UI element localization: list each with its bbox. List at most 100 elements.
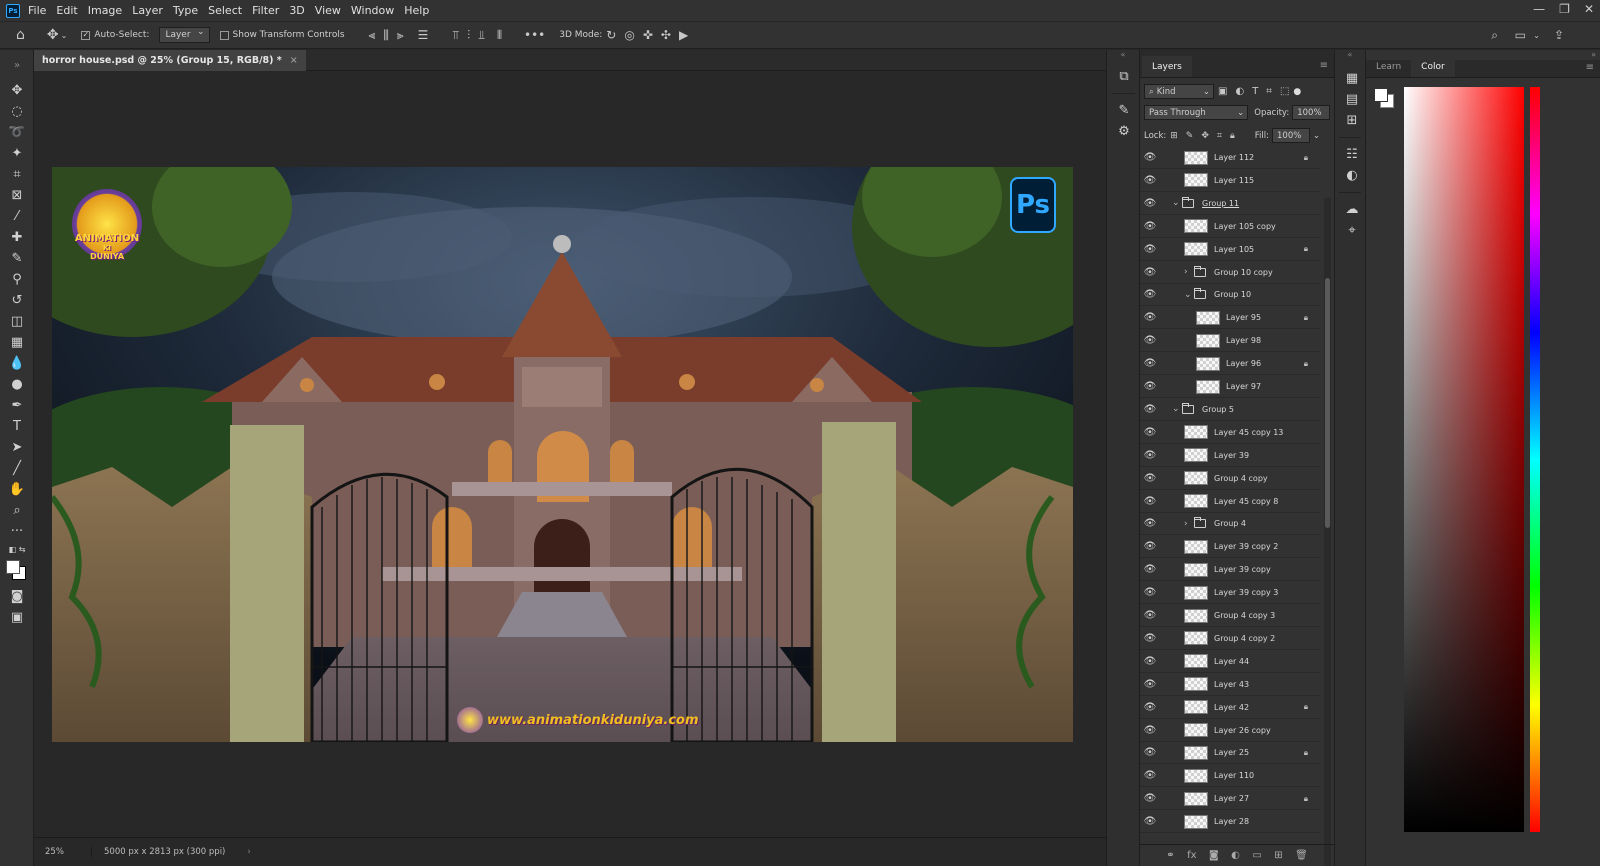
layer-name[interactable]: Layer 112 (1214, 153, 1254, 162)
layers-scrollbar[interactable] (1324, 198, 1331, 866)
layer-name[interactable]: Layer 26 copy (1214, 726, 1271, 735)
visibility-eye-icon[interactable]: 👁︎ (1140, 244, 1160, 255)
menu-window[interactable]: Window (351, 4, 394, 17)
auto-select-checkbox[interactable]: ✓ Auto-Select: (81, 30, 149, 40)
layer-name[interactable]: Layer 44 (1214, 657, 1249, 666)
status-chevron-icon[interactable]: › (247, 847, 250, 857)
layer-name[interactable]: Group 4 copy (1214, 474, 1268, 483)
new-layer-icon[interactable]: ⊞ (1274, 850, 1282, 861)
document-canvas[interactable]: ANIMATION KI DUNIYA Ps www.animationkidu… (52, 167, 1073, 742)
layer-row[interactable]: 👁︎ Group 4 copy 2 (1140, 628, 1320, 650)
adjustments-panel-icon[interactable]: ◐ (1335, 165, 1369, 186)
layer-row[interactable]: 👁︎ Layer 115 (1140, 170, 1320, 192)
visibility-eye-icon[interactable]: 👁︎ (1140, 358, 1160, 369)
edit-toolbar-icon[interactable]: ··· (0, 521, 34, 542)
layer-row[interactable]: 👁︎ Layer 39 copy 2 (1140, 536, 1320, 559)
crop-tool-icon[interactable]: ⌗ (0, 164, 34, 185)
brush-tool-icon[interactable]: ✎ (0, 248, 34, 269)
3d-pan-icon[interactable]: ✜ (643, 28, 653, 42)
delete-layer-icon[interactable]: 🗑︎ (1295, 850, 1308, 861)
visibility-eye-icon[interactable]: 👁︎ (1140, 381, 1160, 392)
minimize-icon[interactable]: — (1533, 2, 1545, 16)
blur-tool-icon[interactable]: 💧 (0, 353, 34, 374)
gradients-panel-icon[interactable]: ▤ (1335, 89, 1369, 110)
gradient-tool-icon[interactable]: ▦ (0, 332, 34, 353)
distribute-vertical-icon[interactable]: ⫴ (497, 28, 502, 43)
patterns-panel-icon[interactable]: ⊞ (1335, 110, 1369, 131)
layer-group-row[interactable]: 👁︎ ⌄ Group 11 (1140, 193, 1320, 215)
workspace-chevron-icon[interactable]: ⌄ (1533, 31, 1540, 40)
hue-slider[interactable] (1530, 87, 1540, 832)
color-swatches[interactable] (0, 556, 34, 586)
lock-position-icon[interactable]: ✥ (1201, 131, 1209, 141)
layer-name[interactable]: Layer 97 (1226, 382, 1261, 391)
quick-mask-icon[interactable]: ◙ (0, 586, 34, 607)
visibility-eye-icon[interactable]: 👁︎ (1140, 518, 1160, 529)
layer-row[interactable]: 👁︎ Layer 45 copy 8 (1140, 491, 1320, 513)
menu-file[interactable]: File (28, 4, 46, 17)
menu-edit[interactable]: Edit (56, 4, 77, 17)
blend-mode-dropdown[interactable]: Pass Through ⌄ (1144, 105, 1249, 120)
visibility-eye-icon[interactable]: 👁︎ (1140, 221, 1160, 232)
visibility-eye-icon[interactable]: 👁︎ (1140, 312, 1160, 323)
menu-filter[interactable]: Filter (252, 4, 279, 17)
menu-3d[interactable]: 3D (289, 4, 304, 17)
layer-name[interactable]: Group 4 (1214, 519, 1246, 528)
lock-transparent-icon[interactable]: ⊞ (1170, 131, 1178, 141)
filter-shape-icon[interactable]: ⌗ (1266, 86, 1272, 97)
hand-tool-icon[interactable]: ✋ (0, 479, 34, 500)
brushes-panel-icon[interactable]: ⚙ (1107, 121, 1141, 142)
collapse-icon[interactable]: » (0, 50, 34, 80)
layer-row[interactable]: 👁︎ Layer 105 copy (1140, 216, 1320, 238)
brush-settings-icon[interactable]: ✎ (1107, 100, 1141, 121)
visibility-eye-icon[interactable]: 👁︎ (1140, 587, 1160, 598)
align-left-icon[interactable]: ⫷ (369, 28, 376, 43)
3d-roll-icon[interactable]: ◎ (624, 28, 634, 42)
layer-name[interactable]: Group 5 (1202, 405, 1234, 414)
expand-arrow-down-icon[interactable]: ⌄ (1172, 198, 1182, 208)
collapse-arrows-icon[interactable]: « (1335, 50, 1365, 60)
layer-name[interactable]: Group 11 (1202, 199, 1239, 208)
marquee-tool-icon[interactable]: ◌ (0, 101, 34, 122)
lock-artboard-icon[interactable]: ⌗ (1217, 131, 1222, 141)
eyedropper-tool-icon[interactable]: ⁄ (0, 206, 34, 227)
layer-row[interactable]: 👁︎ Layer 44 (1140, 651, 1320, 673)
canvas-area[interactable]: ANIMATION KI DUNIYA Ps www.animationkidu… (34, 71, 1106, 837)
filter-smart-object-icon[interactable]: ⬚ (1280, 86, 1289, 97)
layer-name[interactable]: Layer 39 copy 3 (1214, 588, 1278, 597)
layer-name[interactable]: Layer 45 copy 8 (1214, 497, 1278, 506)
visibility-eye-icon[interactable]: 👁︎ (1140, 175, 1160, 186)
layer-name[interactable]: Layer 39 copy 2 (1214, 542, 1278, 551)
properties-panel-icon[interactable]: ☷ (1335, 144, 1369, 165)
layer-name[interactable]: Group 10 copy (1214, 268, 1273, 277)
distribute-icon[interactable]: ☰ (418, 28, 429, 42)
close-tab-icon[interactable]: × (290, 55, 298, 66)
layer-row[interactable]: 👁︎ Layer 43 (1140, 674, 1320, 696)
align-top-icon[interactable]: ⫪ (452, 28, 459, 43)
menu-help[interactable]: Help (404, 4, 429, 17)
color-picker-field[interactable] (1404, 87, 1524, 832)
visibility-eye-icon[interactable]: 👁︎ (1140, 770, 1160, 781)
filter-kind-dropdown[interactable]: ⌕ Kind ⌄ (1144, 84, 1214, 99)
layer-name[interactable]: Layer 39 copy (1214, 565, 1271, 574)
layer-row[interactable]: 👁︎ Layer 26 copy (1140, 720, 1320, 742)
pen-tool-icon[interactable]: ✒ (0, 395, 34, 416)
layer-row[interactable]: 👁︎ Layer 39 copy (1140, 559, 1320, 582)
layer-row[interactable]: 👁︎ Layer 39 copy 3 (1140, 582, 1320, 605)
visibility-eye-icon[interactable]: 👁︎ (1140, 702, 1160, 713)
visibility-eye-icon[interactable]: 👁︎ (1140, 427, 1160, 438)
layer-row[interactable]: 👁︎ Layer 39 (1140, 445, 1320, 467)
layer-name[interactable]: Group 4 copy 3 (1214, 611, 1275, 620)
layer-name[interactable]: Layer 45 copy 13 (1214, 428, 1283, 437)
layer-name[interactable]: Layer 110 (1214, 771, 1254, 780)
restore-icon[interactable]: ❐ (1559, 2, 1570, 16)
foreground-color-swatch[interactable] (6, 560, 20, 574)
layer-row[interactable]: 👁︎ Layer 45 copy 13 (1140, 422, 1320, 444)
visibility-eye-icon[interactable]: 👁︎ (1140, 473, 1160, 484)
layer-row[interactable]: 👁︎ Layer 110 (1140, 765, 1320, 788)
default-colors-icon[interactable]: ◧ ⇆ (0, 542, 34, 556)
layer-group-row[interactable]: 👁︎ › Group 4 (1140, 513, 1320, 536)
lock-all-icon[interactable]: 🔒︎ (1230, 131, 1235, 141)
type-tool-icon[interactable]: T (0, 416, 34, 437)
3d-slide-icon[interactable]: ✣ (661, 28, 671, 42)
